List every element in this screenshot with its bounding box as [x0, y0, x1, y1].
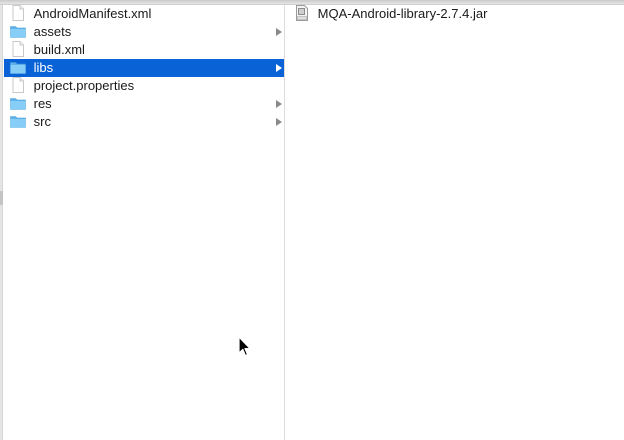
- document-icon: [10, 5, 26, 21]
- file-label: project.properties: [33, 78, 135, 93]
- file-label: build.xml: [33, 42, 85, 57]
- left-scroll-edge: [0, 5, 3, 440]
- file-row-build-xml[interactable]: build.xml: [4, 41, 284, 59]
- folder-label: res: [33, 96, 52, 111]
- disclosure-arrow-icon: [276, 118, 282, 126]
- file-row-mqa-jar[interactable]: MQA-Android-library-2.7.4.jar: [285, 5, 624, 23]
- file-label: MQA-Android-library-2.7.4.jar: [317, 6, 488, 21]
- document-icon: [10, 77, 26, 93]
- file-row-project-properties[interactable]: project.properties: [4, 77, 284, 95]
- folder-row-assets[interactable]: assets: [4, 23, 284, 41]
- folder-row-res[interactable]: res: [4, 95, 284, 113]
- file-row-androidmanifest[interactable]: AndroidManifest.xml: [4, 5, 284, 23]
- folder-icon: [10, 95, 26, 111]
- folder-icon: [10, 59, 26, 75]
- column-libs[interactable]: MQA-Android-library-2.7.4.jar: [285, 5, 624, 440]
- folder-label: libs: [33, 60, 54, 75]
- disclosure-arrow-icon: [276, 64, 282, 72]
- folder-icon: [10, 113, 26, 129]
- disclosure-arrow-icon: [276, 28, 282, 36]
- column-project-root[interactable]: AndroidManifest.xml assets build.xml lib…: [4, 5, 285, 440]
- folder-row-src[interactable]: src: [4, 113, 284, 131]
- folder-row-libs[interactable]: libs: [4, 59, 284, 77]
- folder-icon: [10, 23, 26, 39]
- folder-label: src: [33, 114, 51, 129]
- resize-mark: [0, 191, 3, 205]
- folder-label: assets: [33, 24, 72, 39]
- document-icon: [10, 41, 26, 57]
- finder-column-view: AndroidManifest.xml assets build.xml lib…: [0, 0, 624, 440]
- jar-file-icon: [294, 5, 310, 21]
- file-label: AndroidManifest.xml: [33, 6, 152, 21]
- disclosure-arrow-icon: [276, 100, 282, 108]
